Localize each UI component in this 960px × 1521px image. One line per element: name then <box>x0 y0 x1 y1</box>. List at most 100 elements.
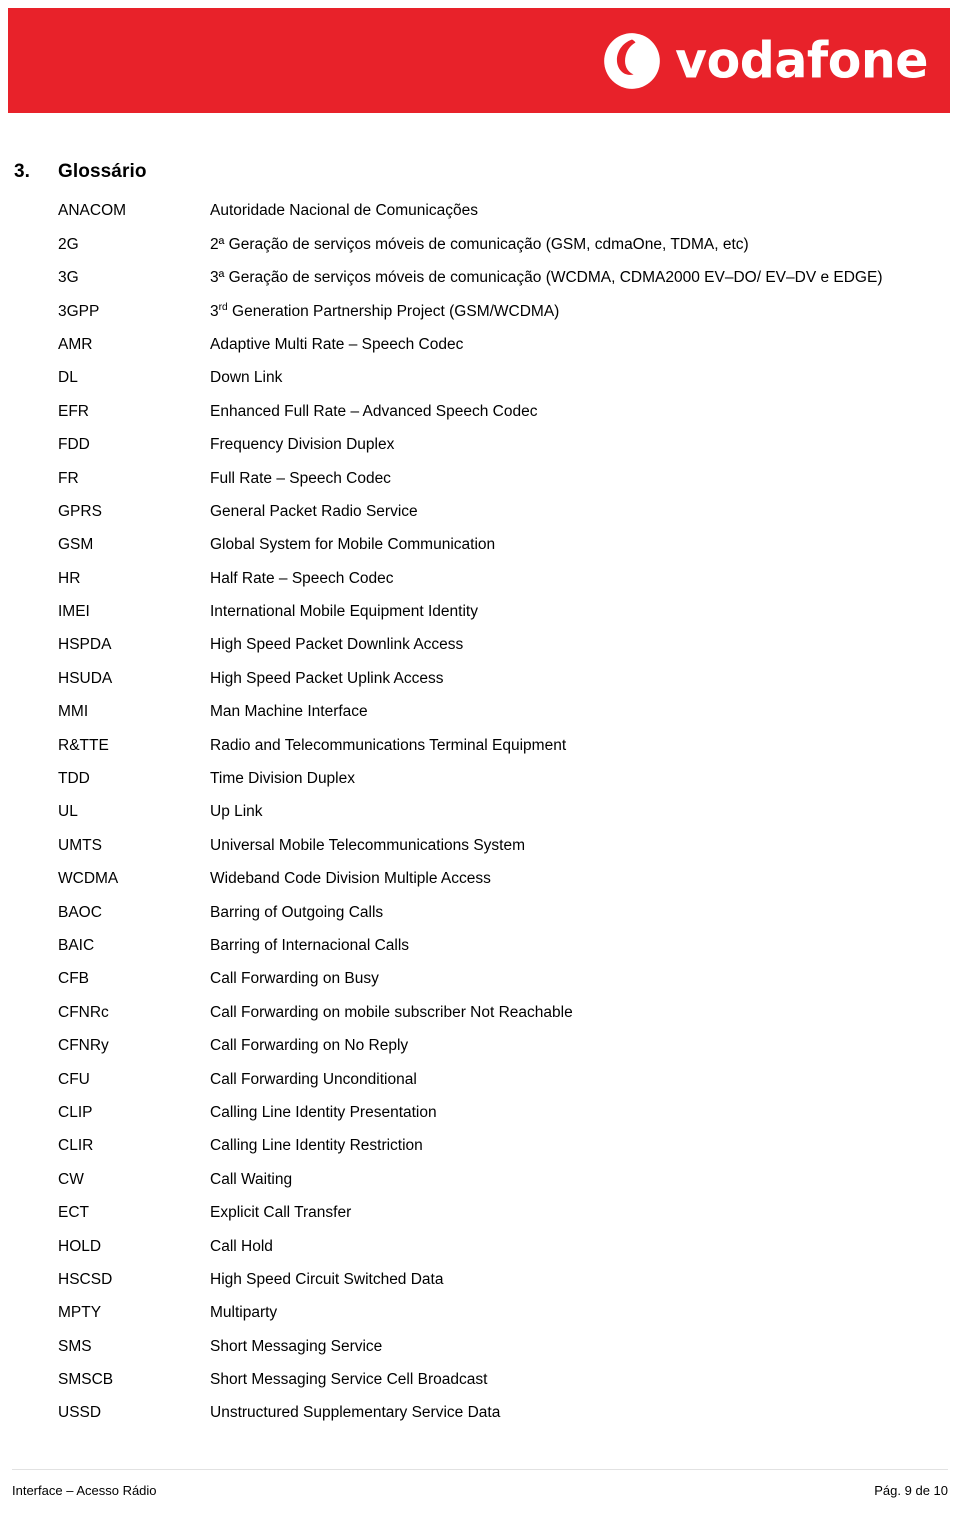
glossary-row: HOLD Call Hold <box>0 1230 920 1263</box>
glossary-definition: High Speed Circuit Switched Data <box>210 1270 444 1288</box>
glossary-definition: Global System for Mobile Communication <box>210 536 496 554</box>
footer-page-number: Pág. 9 de 10 <box>874 1483 948 1498</box>
glossary-definition: Up Link <box>210 803 263 821</box>
glossary-row: TDD Time Division Duplex <box>0 763 920 796</box>
glossary-row: CLIR Calling Line Identity Restriction <box>0 1130 920 1163</box>
glossary-definition: Call Forwarding on mobile subscriber Not… <box>210 1003 573 1021</box>
glossary-term: TDD <box>58 770 90 788</box>
section-number: 3. <box>14 161 31 182</box>
vodafone-wordmark: vodafone <box>675 31 928 90</box>
glossary-term: IMEI <box>58 603 90 621</box>
section-heading-text: Glossário <box>58 161 147 182</box>
glossary-definition: Radio and Telecommunications Terminal Eq… <box>210 736 567 754</box>
glossary-definition: 3ª Geração de serviços móveis de comunic… <box>210 269 883 287</box>
glossary-term: ECT <box>58 1204 89 1222</box>
glossary-term: AMR <box>58 335 93 353</box>
glossary-term: CFB <box>58 970 89 988</box>
glossary-term: GSM <box>58 536 94 554</box>
glossary-term: 3GPP <box>58 302 100 320</box>
glossary-term: 2G <box>58 235 79 253</box>
glossary-row: MMI Man Machine Interface <box>0 696 920 729</box>
glossary-row: UMTS Universal Mobile Telecommunications … <box>0 829 920 862</box>
glossary-row: IMEI International Mobile Equipment Ident… <box>0 596 920 629</box>
glossary-row: ECT Explicit Call Transfer <box>0 1197 920 1230</box>
glossary-row: FR Full Rate – Speech Codec <box>0 462 920 495</box>
glossary-definition: Time Division Duplex <box>210 770 355 788</box>
glossary-row: DL Down Link <box>0 362 920 395</box>
glossary-row: GSM Global System for Mobile Communicatio… <box>0 529 920 562</box>
glossary-definition: Short Messaging Service Cell Broadcast <box>210 1371 488 1389</box>
glossary-definition: Wideband Code Division Multiple Access <box>210 870 491 888</box>
glossary-row: AMR Adaptive Multi Rate – Speech Codec <box>0 329 920 362</box>
glossary-definition: Short Messaging Service <box>210 1337 383 1355</box>
glossary-definition: 3rd Generation Partnership Project (GSM/… <box>210 301 560 320</box>
glossary-term: USSD <box>58 1404 102 1422</box>
glossary-term: GPRS <box>58 502 102 520</box>
footer-document-title: Interface – Acesso Rádio <box>12 1483 157 1498</box>
glossary-term: CW <box>58 1170 84 1188</box>
glossary-term: UL <box>58 803 78 821</box>
glossary-term: BAIC <box>58 936 95 954</box>
glossary-definition: Call Hold <box>210 1237 273 1255</box>
glossary-row: 2G 2ª Geração de serviços móveis de comun… <box>0 228 920 261</box>
glossary-definition: Universal Mobile Telecommunications Syst… <box>210 836 526 854</box>
glossary-definition: 2ª Geração de serviços móveis de comunic… <box>210 235 749 253</box>
glossary-definition: Calling Line Identity Restriction <box>210 1137 423 1155</box>
glossary-definition: Call Forwarding Unconditional <box>210 1070 417 1088</box>
glossary-definition: Call Forwarding on No Reply <box>210 1037 409 1055</box>
glossary-row: CLIP Calling Line Identity Presentation <box>0 1097 920 1130</box>
glossary-definition: Frequency Division Duplex <box>210 436 395 454</box>
glossary-row: CW Call Waiting <box>0 1163 920 1196</box>
glossary-term: MPTY <box>58 1304 102 1322</box>
glossary-term: HSUDA <box>58 669 113 687</box>
glossary-term: FDD <box>58 436 90 454</box>
glossary-body: ANACOM Autoridade Nacional de Comunicaçõe… <box>0 195 920 1430</box>
glossary-row: HR Half Rate – Speech Codec <box>0 562 920 595</box>
glossary-definition: Multiparty <box>210 1304 278 1322</box>
glossary-term: SMS <box>58 1337 92 1355</box>
glossary-term: HSCSD <box>58 1270 113 1288</box>
glossary-term: EFR <box>58 402 89 420</box>
glossary-definition: Barring of Internacional Calls <box>210 936 410 954</box>
glossary-definition: Half Rate – Speech Codec <box>210 569 394 587</box>
glossary-definition: Man Machine Interface <box>210 703 368 721</box>
glossary-row: BAIC Barring of Internacional Calls <box>0 930 920 963</box>
glossary-definition: Autoridade Nacional de Comunicações <box>210 202 478 220</box>
glossary-row: USSD Unstructured Supplementary Service D… <box>0 1397 920 1430</box>
header-banner: vodafone <box>8 8 950 113</box>
glossary-definition: Call Forwarding on Busy <box>210 970 379 988</box>
glossary-term: UMTS <box>58 836 102 854</box>
glossary-definition: High Speed Packet Downlink Access <box>210 636 464 654</box>
glossary-term: HSPDA <box>58 636 112 654</box>
glossary-term: ANACOM <box>58 202 127 220</box>
glossary-definition: Full Rate – Speech Codec <box>210 469 391 487</box>
glossary-row: CFNRy Call Forwarding on No Reply <box>0 1030 920 1063</box>
glossary-row: CFNRc Call Forwarding on mobile subscribe… <box>0 996 920 1029</box>
glossary-definition: Enhanced Full Rate – Advanced Speech Cod… <box>210 402 538 420</box>
glossary-row: SMS Short Messaging Service <box>0 1330 920 1363</box>
glossary-row: EFR Enhanced Full Rate – Advanced Speech … <box>0 395 920 428</box>
glossary-definition: Unstructured Supplementary Service Data <box>210 1404 501 1422</box>
glossary-row: 3G 3ª Geração de serviços móveis de comun… <box>0 262 920 295</box>
glossary-term: FR <box>58 469 79 487</box>
glossary-term: CLIP <box>58 1103 93 1121</box>
glossary-row: 3GPP 3rd Generation Partnership Project (… <box>0 295 920 328</box>
glossary-term: CFNRc <box>58 1003 109 1021</box>
glossary-row: HSCSD High Speed Circuit Switched Data <box>0 1264 920 1297</box>
glossary-row: ANACOM Autoridade Nacional de Comunicaçõe… <box>0 195 920 228</box>
glossary-row: CFB Call Forwarding on Busy <box>0 963 920 996</box>
glossary-term: CLIR <box>58 1137 94 1155</box>
glossary-definition: Call Waiting <box>210 1170 293 1188</box>
footer-divider <box>12 1469 948 1470</box>
page-footer: Interface – Acesso Rádio Pág. 9 de 10 <box>0 1469 960 1521</box>
glossary-term: HR <box>58 569 81 587</box>
glossary-term: CFNRy <box>58 1037 109 1055</box>
glossary-row: FDD Frequency Division Duplex <box>0 429 920 462</box>
glossary-definition: Explicit Call Transfer <box>210 1204 352 1222</box>
footer-content: Interface – Acesso Rádio Pág. 9 de 10 <box>12 1483 948 1498</box>
page-title: 3. Glossário <box>0 113 960 183</box>
glossary-definition: General Packet Radio Service <box>210 502 418 520</box>
glossary-term: MMI <box>58 703 89 721</box>
glossary-term: R&TTE <box>58 736 109 754</box>
glossary-term: HOLD <box>58 1237 102 1255</box>
